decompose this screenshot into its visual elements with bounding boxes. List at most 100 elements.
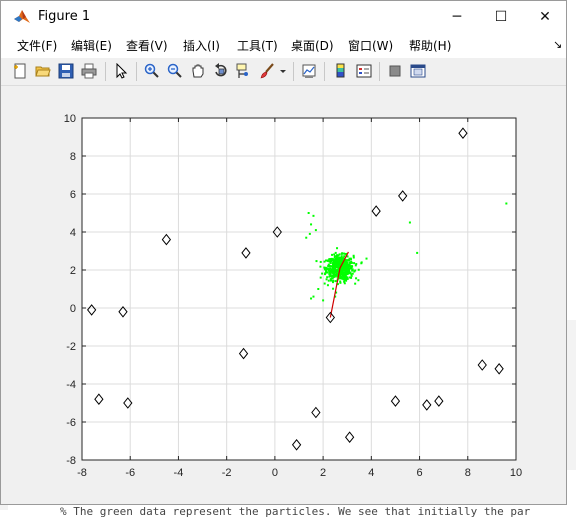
particle-point xyxy=(324,273,327,276)
x-tick-label: 8 xyxy=(465,467,471,479)
title-bar[interactable]: Figure 1 ─ ☐ ✕ xyxy=(1,1,566,32)
particle-point xyxy=(334,268,337,271)
scatter-plot[interactable]: -8 -6 -4 -2 0 2 4 6 8 10 -8 -6 -4 -2 0 2 4 6 8 10 xyxy=(9,86,560,504)
legend-icon[interactable] xyxy=(354,61,374,81)
particle-point xyxy=(408,221,411,224)
x-tick-label: 6 xyxy=(416,467,422,479)
particle-point xyxy=(328,258,331,261)
particle-point xyxy=(327,279,330,282)
particle-point xyxy=(348,259,351,262)
open-file-icon[interactable] xyxy=(33,61,53,81)
particle-point xyxy=(351,265,354,268)
particle-point xyxy=(365,257,368,260)
hide-plot-tools-icon[interactable] xyxy=(385,61,405,81)
particle-point xyxy=(319,276,322,279)
particle-point xyxy=(352,254,355,257)
particle-point xyxy=(335,262,338,265)
particle-point xyxy=(326,271,329,274)
menu-edit[interactable]: 编辑(E) xyxy=(71,37,112,54)
y-tick-label: 8 xyxy=(70,151,76,163)
y-tick-label: -8 xyxy=(66,455,76,467)
particle-point xyxy=(328,268,331,271)
menu-help[interactable]: 帮助(H) xyxy=(409,37,451,54)
colorbar-icon[interactable] xyxy=(331,61,351,81)
x-tick-label: 10 xyxy=(510,467,522,479)
dock-figure-icon[interactable]: ↘ xyxy=(553,38,562,51)
pan-icon[interactable] xyxy=(188,61,208,81)
particle-point xyxy=(339,281,342,284)
window-title: Figure 1 xyxy=(38,9,91,24)
zoom-out-icon[interactable] xyxy=(165,61,185,81)
particle-point xyxy=(342,257,345,260)
particle-point xyxy=(342,252,345,255)
link-plot-icon[interactable] xyxy=(299,61,319,81)
menu-view[interactable]: 查看(V) xyxy=(126,37,168,54)
particle-point xyxy=(340,257,343,260)
y-tick-label: -6 xyxy=(66,417,76,429)
particle-point xyxy=(310,297,313,300)
menu-file[interactable]: 文件(F) xyxy=(17,37,57,54)
particle-point xyxy=(360,261,363,264)
pointer-icon[interactable] xyxy=(111,61,131,81)
figure-toolbar xyxy=(1,58,566,86)
particle-point xyxy=(307,212,310,214)
particle-point xyxy=(342,271,345,274)
maximize-button[interactable]: ☐ xyxy=(479,3,523,31)
particle-point xyxy=(341,277,344,280)
particle-point xyxy=(351,272,354,275)
print-icon[interactable] xyxy=(79,61,99,81)
particle-point xyxy=(331,266,334,269)
x-tick-label: -6 xyxy=(125,467,135,479)
particle-point xyxy=(312,214,315,217)
particle-point xyxy=(357,268,360,271)
y-tick-label: 2 xyxy=(70,265,76,277)
menu-window[interactable]: 窗口(W) xyxy=(348,37,393,54)
particle-point xyxy=(321,272,324,275)
figure-window: Figure 1 ─ ☐ ✕ 文件(F) 编辑(E) 查看(V) 插入(I) 工… xyxy=(0,0,567,505)
particle-point xyxy=(354,269,357,272)
figure-canvas[interactable]: -8 -6 -4 -2 0 2 4 6 8 10 -8 -6 -4 -2 0 2 4 6 8 10 xyxy=(9,86,560,504)
zoom-in-icon[interactable] xyxy=(142,61,162,81)
particle-point xyxy=(328,270,331,273)
brush-dropdown-icon[interactable] xyxy=(278,61,288,81)
particle-point xyxy=(342,274,345,277)
close-button[interactable]: ✕ xyxy=(523,3,567,31)
particle-point xyxy=(336,268,339,271)
show-plot-tools-icon[interactable] xyxy=(408,61,428,81)
particle-point xyxy=(334,280,337,283)
particle-point xyxy=(317,288,320,290)
particle-point xyxy=(331,274,334,277)
particle-point xyxy=(314,229,317,232)
menu-bar: 文件(F) 编辑(E) 查看(V) 插入(I) 工具(T) 桌面(D) 窗口(W… xyxy=(1,32,566,58)
rotate-3d-icon[interactable] xyxy=(211,61,231,81)
particle-point xyxy=(355,277,358,280)
particle-point xyxy=(319,265,322,268)
particle-point xyxy=(308,232,311,235)
particle-point xyxy=(416,251,419,254)
particle-point xyxy=(343,282,346,285)
particle-point xyxy=(348,271,351,274)
save-icon[interactable] xyxy=(56,61,76,81)
particle-point xyxy=(353,262,356,265)
brush-icon[interactable] xyxy=(257,61,277,81)
data-cursor-icon[interactable] xyxy=(234,61,254,81)
x-tick-label: 2 xyxy=(320,467,326,479)
particle-point xyxy=(326,276,329,279)
particle-point xyxy=(338,256,341,259)
background-editor-text: % The green data represent the particles… xyxy=(60,505,531,518)
minimize-button[interactable]: ─ xyxy=(435,3,479,31)
new-figure-icon[interactable] xyxy=(10,61,30,81)
particle-point xyxy=(343,255,346,258)
particle-point xyxy=(332,287,335,290)
particle-point xyxy=(323,260,326,263)
particle-point xyxy=(322,299,325,302)
menu-insert[interactable]: 插入(I) xyxy=(183,37,220,54)
particle-point xyxy=(348,276,351,279)
particle-point xyxy=(328,273,331,276)
menu-tools[interactable]: 工具(T) xyxy=(237,37,278,54)
x-tick-label: -2 xyxy=(222,467,232,479)
particle-point xyxy=(330,279,333,282)
particle-point xyxy=(346,276,349,279)
particle-point xyxy=(341,252,344,255)
menu-desktop[interactable]: 桌面(D) xyxy=(291,37,334,54)
